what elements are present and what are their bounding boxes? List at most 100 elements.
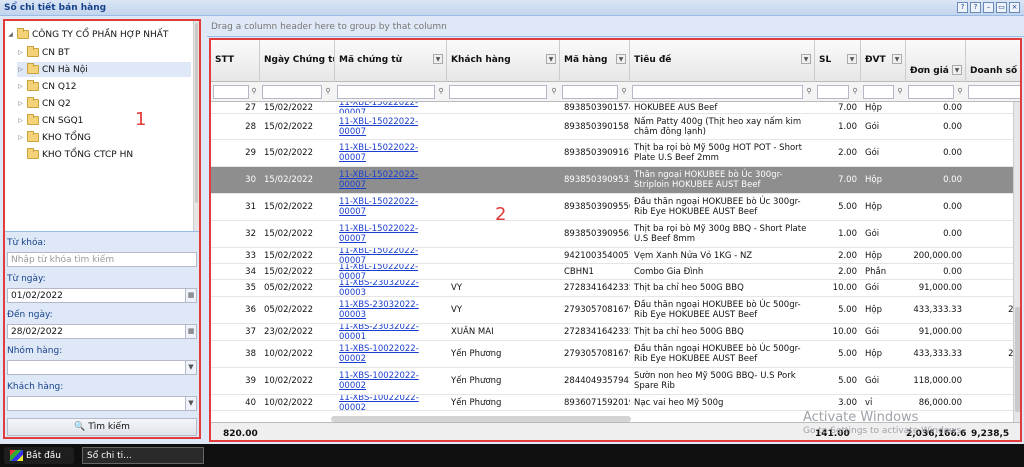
cell-doc[interactable]: 11-XBS-23032022-00001 <box>335 324 447 340</box>
cell-doc[interactable]: 11-XBS-23032022-00003 <box>335 297 447 323</box>
expand-arrow-icon[interactable]: ▷ <box>17 117 24 124</box>
start-button[interactable]: Bắt đầu <box>4 447 74 464</box>
filter-input[interactable] <box>863 85 894 99</box>
filter-input[interactable] <box>908 85 954 99</box>
cell-doc[interactable]: 11-XBL-15022022-00007 <box>335 114 447 139</box>
grid-vscroll-thumb[interactable] <box>1015 307 1020 412</box>
column-menu-icon[interactable]: ▼ <box>433 54 443 64</box>
cell-doc[interactable]: 11-XBS-10022022-00002 <box>335 368 447 394</box>
calendar-icon[interactable]: ▦ <box>185 289 196 302</box>
chevron-down-icon[interactable]: ▼ <box>185 361 196 374</box>
filter-input[interactable] <box>262 85 322 99</box>
table-row[interactable]: 36 05/02/2022 11-XBS-23032022-00003 VY 27930… <box>211 297 1020 324</box>
tree-item-cn-q12[interactable]: ▷ CN Q12 <box>17 79 191 94</box>
column-header-stt[interactable]: STT <box>211 40 260 82</box>
tree-item-cn-sgq1[interactable]: ▷ CN SGQ1 <box>17 113 191 128</box>
grid-vertical-scrollbar[interactable] <box>1013 102 1020 422</box>
table-row[interactable]: 27 15/02/2022 11-XBL-15022022-00007 8938503… <box>211 102 1020 114</box>
expand-arrow-icon[interactable]: ▷ <box>17 83 24 90</box>
cell-doc[interactable]: 11-XBL-15022022-00007 <box>335 194 447 220</box>
expand-arrow-icon[interactable]: ▷ <box>17 66 24 73</box>
collapse-arrow-icon[interactable]: ◢ <box>7 31 14 38</box>
to-date-input[interactable]: 28/02/2022 ▦ <box>7 324 197 339</box>
column-header-date[interactable]: Ngày Chứng từ <box>260 40 335 82</box>
table-row[interactable]: 32 15/02/2022 11-XBL-15022022-00007 8938503… <box>211 221 1020 248</box>
column-header-qty[interactable]: SL ▼ <box>815 40 861 82</box>
group-select[interactable]: ▼ <box>7 360 197 375</box>
filter-input[interactable] <box>449 85 547 99</box>
filter-icon[interactable]: ⚲ <box>956 87 964 96</box>
chevron-down-icon[interactable]: ▼ <box>185 397 196 410</box>
filter-input[interactable] <box>968 85 1020 99</box>
column-menu-icon[interactable]: ▼ <box>616 54 626 64</box>
column-header-unit[interactable]: ĐVT ▼ <box>861 40 906 82</box>
cell-doc[interactable]: 11-XBL-15022022-00007 <box>335 140 447 166</box>
filter-input[interactable] <box>562 85 618 99</box>
column-menu-icon[interactable]: ▼ <box>801 54 811 64</box>
tree-scrollbar-thumb[interactable] <box>195 23 198 203</box>
filter-icon[interactable]: ⚲ <box>851 87 859 96</box>
from-date-input[interactable]: 01/02/2022 ▦ <box>7 288 197 303</box>
tree-item-kho-tong[interactable]: ▷ KHO TỔNG <box>17 130 191 145</box>
column-header-code[interactable]: Mã hàng ▼ <box>560 40 630 82</box>
column-menu-icon[interactable]: ▼ <box>892 54 902 64</box>
minimize-button[interactable]: – <box>983 2 994 13</box>
keyword-input[interactable]: Nhập từ khóa tìm kiếm <box>7 252 197 267</box>
cell-doc[interactable]: 11-XBS-10022022-00002 <box>335 341 447 367</box>
filter-icon[interactable]: ⚲ <box>550 87 558 96</box>
table-row[interactable]: 28 15/02/2022 11-XBL-15022022-00007 8938503… <box>211 114 1020 140</box>
tree-item-cn-q2[interactable]: ▷ CN Q2 <box>17 96 191 111</box>
table-row[interactable]: 38 10/02/2022 11-XBS-10022022-00002 Yến Phư… <box>211 341 1020 368</box>
close-button[interactable]: × <box>1009 2 1020 13</box>
expand-arrow-icon[interactable]: ▷ <box>17 49 24 56</box>
customer-select[interactable]: ▼ <box>7 396 197 411</box>
table-row[interactable]: 30 15/02/2022 11-XBL-15022022-00007 8938503… <box>211 167 1020 194</box>
cell-doc[interactable]: 11-XBS-23032022-00003 <box>335 280 447 296</box>
search-button[interactable]: 🔍 Tìm kiếm <box>7 418 197 436</box>
column-header-title[interactable]: Tiêu đề ▼ <box>630 40 815 82</box>
expand-arrow-icon[interactable]: ▷ <box>17 134 24 141</box>
table-row[interactable]: 35 05/02/2022 11-XBS-23032022-00003 VY 27283… <box>211 280 1020 297</box>
group-by-area[interactable]: Drag a column header here to group by th… <box>207 17 1024 37</box>
tree-root[interactable]: ◢ CÔNG TY CỔ PHẦN HỢP NHẤT <box>7 27 168 42</box>
column-menu-icon[interactable]: ▼ <box>546 54 556 64</box>
table-row[interactable]: 33 15/02/2022 11-XBL-15022022-00007 9421003… <box>211 248 1020 264</box>
restore-button[interactable]: ▭ <box>996 2 1007 13</box>
column-menu-icon[interactable]: ▼ <box>952 65 962 75</box>
filter-icon[interactable]: ⚲ <box>437 87 445 96</box>
column-header-sales[interactable]: Doanh số <box>966 40 1020 82</box>
help-button[interactable]: ? <box>957 2 968 13</box>
tree-item-cn-ha-noi[interactable]: ▷ CN Hà Nội <box>17 62 191 77</box>
column-menu-icon[interactable]: ▼ <box>847 54 857 64</box>
table-row[interactable]: 39 10/02/2022 11-XBS-10022022-00002 Yến Phư… <box>211 368 1020 395</box>
cell-doc[interactable]: 11-XBL-15022022-00007 <box>335 264 447 279</box>
filter-input[interactable] <box>817 85 849 99</box>
cell-doc[interactable]: 11-XBL-15022022-00007 <box>335 221 447 247</box>
column-header-price[interactable]: Đơn giá ▼ <box>906 40 966 82</box>
cell-doc[interactable]: 11-XBL-15022022-00007 <box>335 102 447 113</box>
filter-icon[interactable]: ⚲ <box>324 87 332 96</box>
tree-scrollbar[interactable] <box>193 21 199 231</box>
filter-icon[interactable]: ⚲ <box>805 87 813 96</box>
calendar-icon[interactable]: ▦ <box>185 325 196 338</box>
table-row[interactable]: 31 15/02/2022 11-XBL-15022022-00007 8938503… <box>211 194 1020 221</box>
filter-icon[interactable]: ⚲ <box>250 87 258 96</box>
tree-item-kho-tong-ctcp-hn[interactable]: KHO TỔNG CTCP HN <box>17 147 191 162</box>
column-header-doc[interactable]: Mã chứng từ ▼ <box>335 40 447 82</box>
cell-doc[interactable]: 11-XBL-15022022-00007 <box>335 167 447 193</box>
column-header-customer[interactable]: Khách hàng ▼ <box>447 40 560 82</box>
filter-icon[interactable]: ⚲ <box>620 87 628 96</box>
filter-input[interactable] <box>632 85 803 99</box>
tree-item-cn-bt[interactable]: ▷ CN BT <box>17 45 191 60</box>
taskbar-item[interactable]: Sổ chi ti... <box>82 447 204 464</box>
cell-doc[interactable]: 11-XBL-15022022-00007 <box>335 248 447 263</box>
table-row[interactable]: 37 23/02/2022 11-XBS-23032022-00001 XUÂN MA… <box>211 324 1020 341</box>
filter-icon[interactable]: ⚲ <box>896 87 904 96</box>
filter-input[interactable] <box>337 85 435 99</box>
table-row[interactable]: 29 15/02/2022 11-XBL-15022022-00007 8938503… <box>211 140 1020 167</box>
expand-arrow-icon[interactable]: ▷ <box>17 100 24 107</box>
cell-doc[interactable]: 11-XBS-10022022-00002 <box>335 395 447 410</box>
help-button-2[interactable]: ? <box>970 2 981 13</box>
table-row[interactable]: 34 15/02/2022 11-XBL-15022022-00007 CBHN1 Co… <box>211 264 1020 280</box>
filter-input[interactable] <box>213 85 249 99</box>
